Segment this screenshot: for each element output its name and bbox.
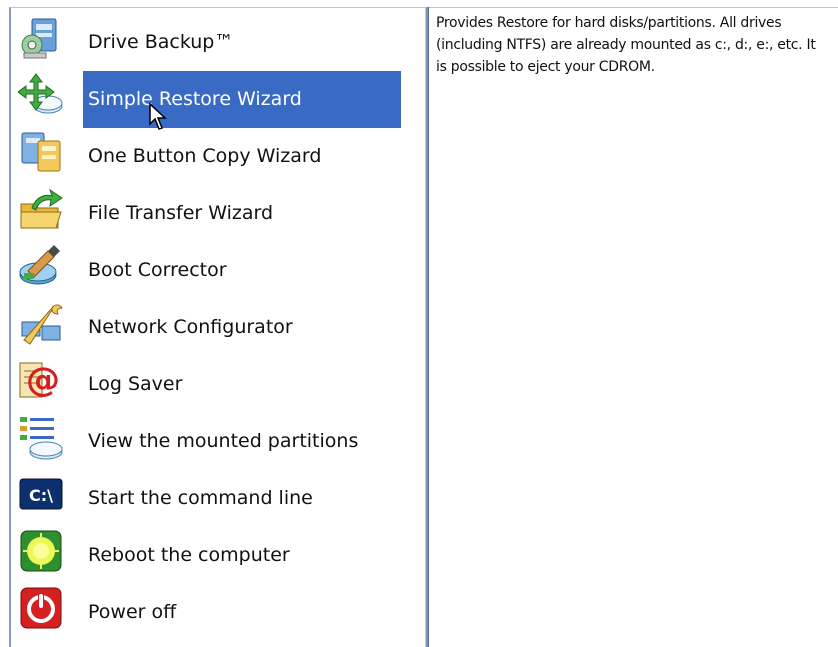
menu-item-label-box: Simple Restore Wizard — [83, 71, 401, 128]
drive-backup-icon — [21, 18, 57, 59]
menu-item-start-command-line[interactable]: C:\ Start the command line — [11, 464, 421, 521]
file-transfer-icon — [20, 188, 63, 229]
log-saver-icon: @ — [19, 360, 60, 400]
menu-item-label: Reboot the computer — [88, 544, 290, 566]
menu-item-label-box: Drive Backup™ — [83, 14, 401, 71]
menu-item-power-off[interactable]: Power off — [11, 578, 421, 635]
menu-item-label: Power off — [88, 601, 177, 623]
menu-item-file-transfer-wizard[interactable]: File Transfer Wizard — [11, 179, 421, 236]
description-text: Provides Restore for hard disks/partitio… — [436, 15, 816, 75]
svg-text:C:\: C:\ — [29, 486, 53, 505]
network-configurator-icon — [21, 304, 63, 345]
mouse-pointer-icon — [149, 102, 167, 130]
menu-item-view-mounted-partitions[interactable]: View the mounted partitions — [11, 407, 421, 464]
description-panel: Provides Restore for hard disks/partitio… — [429, 7, 838, 647]
menu-item-label-box: Boot Corrector — [83, 242, 401, 299]
menu-item-label: One Button Copy Wizard — [88, 145, 322, 167]
menu-item-label: Network Configurator — [88, 316, 293, 338]
menu-item-drive-backup[interactable]: Drive Backup™ — [11, 8, 421, 65]
menu-item-label-box: File Transfer Wizard — [83, 185, 401, 242]
menu-item-label-box: Network Configurator — [83, 299, 401, 356]
reboot-icon — [20, 530, 62, 572]
menu-item-network-configurator[interactable]: Network Configurator — [11, 293, 421, 350]
restore-wizard-icon — [18, 73, 63, 114]
boot-corrector-icon — [19, 245, 60, 285]
menu-item-label: Drive Backup™ — [88, 31, 234, 53]
power-off-icon — [20, 587, 62, 629]
menu-item-log-saver[interactable]: @ Log Saver — [11, 350, 421, 407]
command-line-icon: C:\ — [19, 478, 63, 510]
menu-item-reboot-computer[interactable]: Reboot the computer — [11, 521, 421, 578]
menu-panel: Drive Backup™ Simple Restore Wizard One … — [9, 7, 425, 647]
menu-item-label-box: Start the command line — [83, 470, 401, 527]
menu-item-label: File Transfer Wizard — [88, 202, 274, 224]
menu-item-one-button-copy-wizard[interactable]: One Button Copy Wizard — [11, 122, 421, 179]
menu-item-label-box: Log Saver — [83, 356, 401, 413]
menu-item-label: Log Saver — [88, 373, 183, 395]
menu-item-label: Simple Restore Wizard — [88, 88, 302, 110]
menu-item-label: Start the command line — [88, 487, 313, 509]
menu-item-label-box: Power off — [83, 584, 401, 641]
menu-item-label-box: Reboot the computer — [83, 527, 401, 584]
copy-wizard-icon — [21, 132, 61, 172]
mounted-partitions-icon — [20, 417, 63, 460]
menu-item-boot-corrector[interactable]: Boot Corrector — [11, 236, 421, 293]
menu-item-label-box: View the mounted partitions — [83, 413, 401, 470]
menu-item-label: View the mounted partitions — [88, 430, 359, 452]
menu-item-label-box: One Button Copy Wizard — [83, 128, 401, 185]
menu-item-label: Boot Corrector — [88, 259, 227, 281]
menu-item-simple-restore-wizard[interactable]: Simple Restore Wizard — [11, 65, 421, 128]
svg-text:@: @ — [26, 360, 60, 400]
